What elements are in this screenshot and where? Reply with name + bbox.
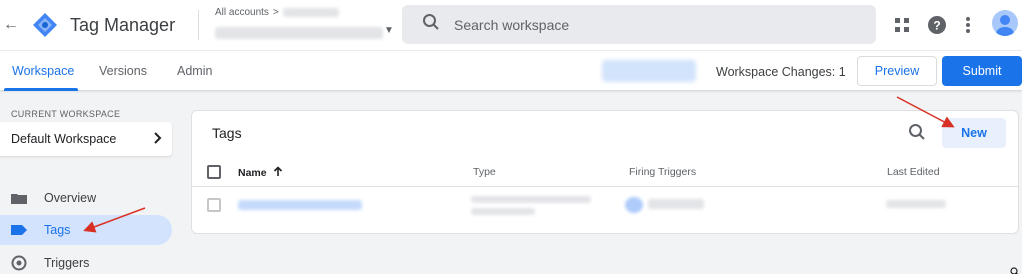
tag-type-redacted xyxy=(471,208,535,215)
tag-icon xyxy=(11,223,29,237)
workspace-changes: Workspace Changes: 1 xyxy=(716,65,846,79)
search-bar[interactable] xyxy=(402,5,876,44)
select-all-checkbox[interactable] xyxy=(207,165,221,179)
account-container-selector[interactable]: All accounts > ▼ xyxy=(207,0,407,50)
preview-button[interactable]: Preview xyxy=(857,56,937,86)
sidebar-item-overview[interactable]: Overview xyxy=(0,183,172,213)
trigger-name-redacted xyxy=(648,199,704,209)
tag-manager-logo-icon xyxy=(32,12,58,38)
card-title: Tags xyxy=(212,125,242,141)
search-input[interactable] xyxy=(454,16,834,33)
table-header: Name Type Firing Triggers Last Edited xyxy=(192,159,1018,187)
apps-grid-icon[interactable] xyxy=(892,15,912,35)
column-header-name-label: Name xyxy=(238,167,267,179)
column-header-last-edited[interactable]: Last Edited xyxy=(887,166,940,178)
submit-button[interactable]: Submit xyxy=(942,56,1022,86)
workspace-changes-label: Workspace Changes: xyxy=(716,65,836,79)
breadcrumb-separator: > xyxy=(272,7,279,18)
account-avatar-icon[interactable] xyxy=(992,10,1018,36)
workspace-selector[interactable]: Default Workspace xyxy=(0,122,172,156)
tab-admin[interactable]: Admin xyxy=(177,64,212,78)
sidebar-item-label: Overview xyxy=(44,191,97,205)
sidebar-item-label: Tags xyxy=(44,223,71,237)
help-icon[interactable]: ? xyxy=(927,15,947,35)
tag-type-redacted xyxy=(471,196,591,203)
workspace-changes-count: 1 xyxy=(838,65,846,79)
redacted-status-pill xyxy=(602,60,696,82)
breadcrumb: All accounts > xyxy=(215,7,339,18)
arrow-back-icon[interactable]: ← xyxy=(0,0,22,50)
new-tag-button[interactable]: New xyxy=(942,118,1006,148)
row-checkbox[interactable] xyxy=(207,198,221,212)
sidebar-item-tags[interactable]: Tags xyxy=(0,215,172,245)
container-name-redacted xyxy=(215,27,383,39)
trigger-icon xyxy=(11,255,29,271)
workspace-tab-bar: Workspace Versions Admin Workspace Chang… xyxy=(0,50,1022,91)
column-header-firing-triggers[interactable]: Firing Triggers xyxy=(629,166,696,178)
chevron-right-icon xyxy=(154,131,162,147)
tab-versions[interactable]: Versions xyxy=(99,64,147,78)
chevron-down-icon[interactable]: ▼ xyxy=(384,25,394,36)
svg-text:?: ? xyxy=(933,19,940,33)
trigger-chip-icon xyxy=(625,197,643,213)
sidebar-item-label: Triggers xyxy=(44,256,90,270)
tags-card: Tags New Name Type Firing Triggers Last … xyxy=(191,110,1019,234)
column-header-name[interactable]: Name xyxy=(238,166,283,180)
tag-name-redacted[interactable] xyxy=(238,200,362,210)
tab-workspace[interactable]: Workspace xyxy=(12,64,74,78)
sidebar-item-triggers[interactable]: Triggers xyxy=(0,248,172,274)
workspace-name: Default Workspace xyxy=(11,132,117,146)
overview-icon xyxy=(11,191,29,205)
column-header-type[interactable]: Type xyxy=(473,166,496,178)
more-vert-icon[interactable] xyxy=(958,15,978,35)
header-divider xyxy=(198,10,199,40)
app-title: Tag Manager xyxy=(70,14,176,35)
current-workspace-label: CURRENT WORKSPACE xyxy=(11,109,121,119)
zoom-icon xyxy=(1010,264,1020,274)
active-tab-indicator xyxy=(4,88,78,91)
breadcrumb-all-accounts[interactable]: All accounts xyxy=(215,7,269,18)
table-row[interactable] xyxy=(192,188,1018,222)
search-icon xyxy=(422,13,442,36)
arrow-upward-icon xyxy=(273,166,283,180)
account-name-redacted xyxy=(282,8,339,17)
top-app-bar: ← Tag Manager All accounts > ▼ ? xyxy=(0,0,1022,50)
last-edited-redacted xyxy=(886,200,946,208)
search-icon[interactable] xyxy=(908,123,926,146)
